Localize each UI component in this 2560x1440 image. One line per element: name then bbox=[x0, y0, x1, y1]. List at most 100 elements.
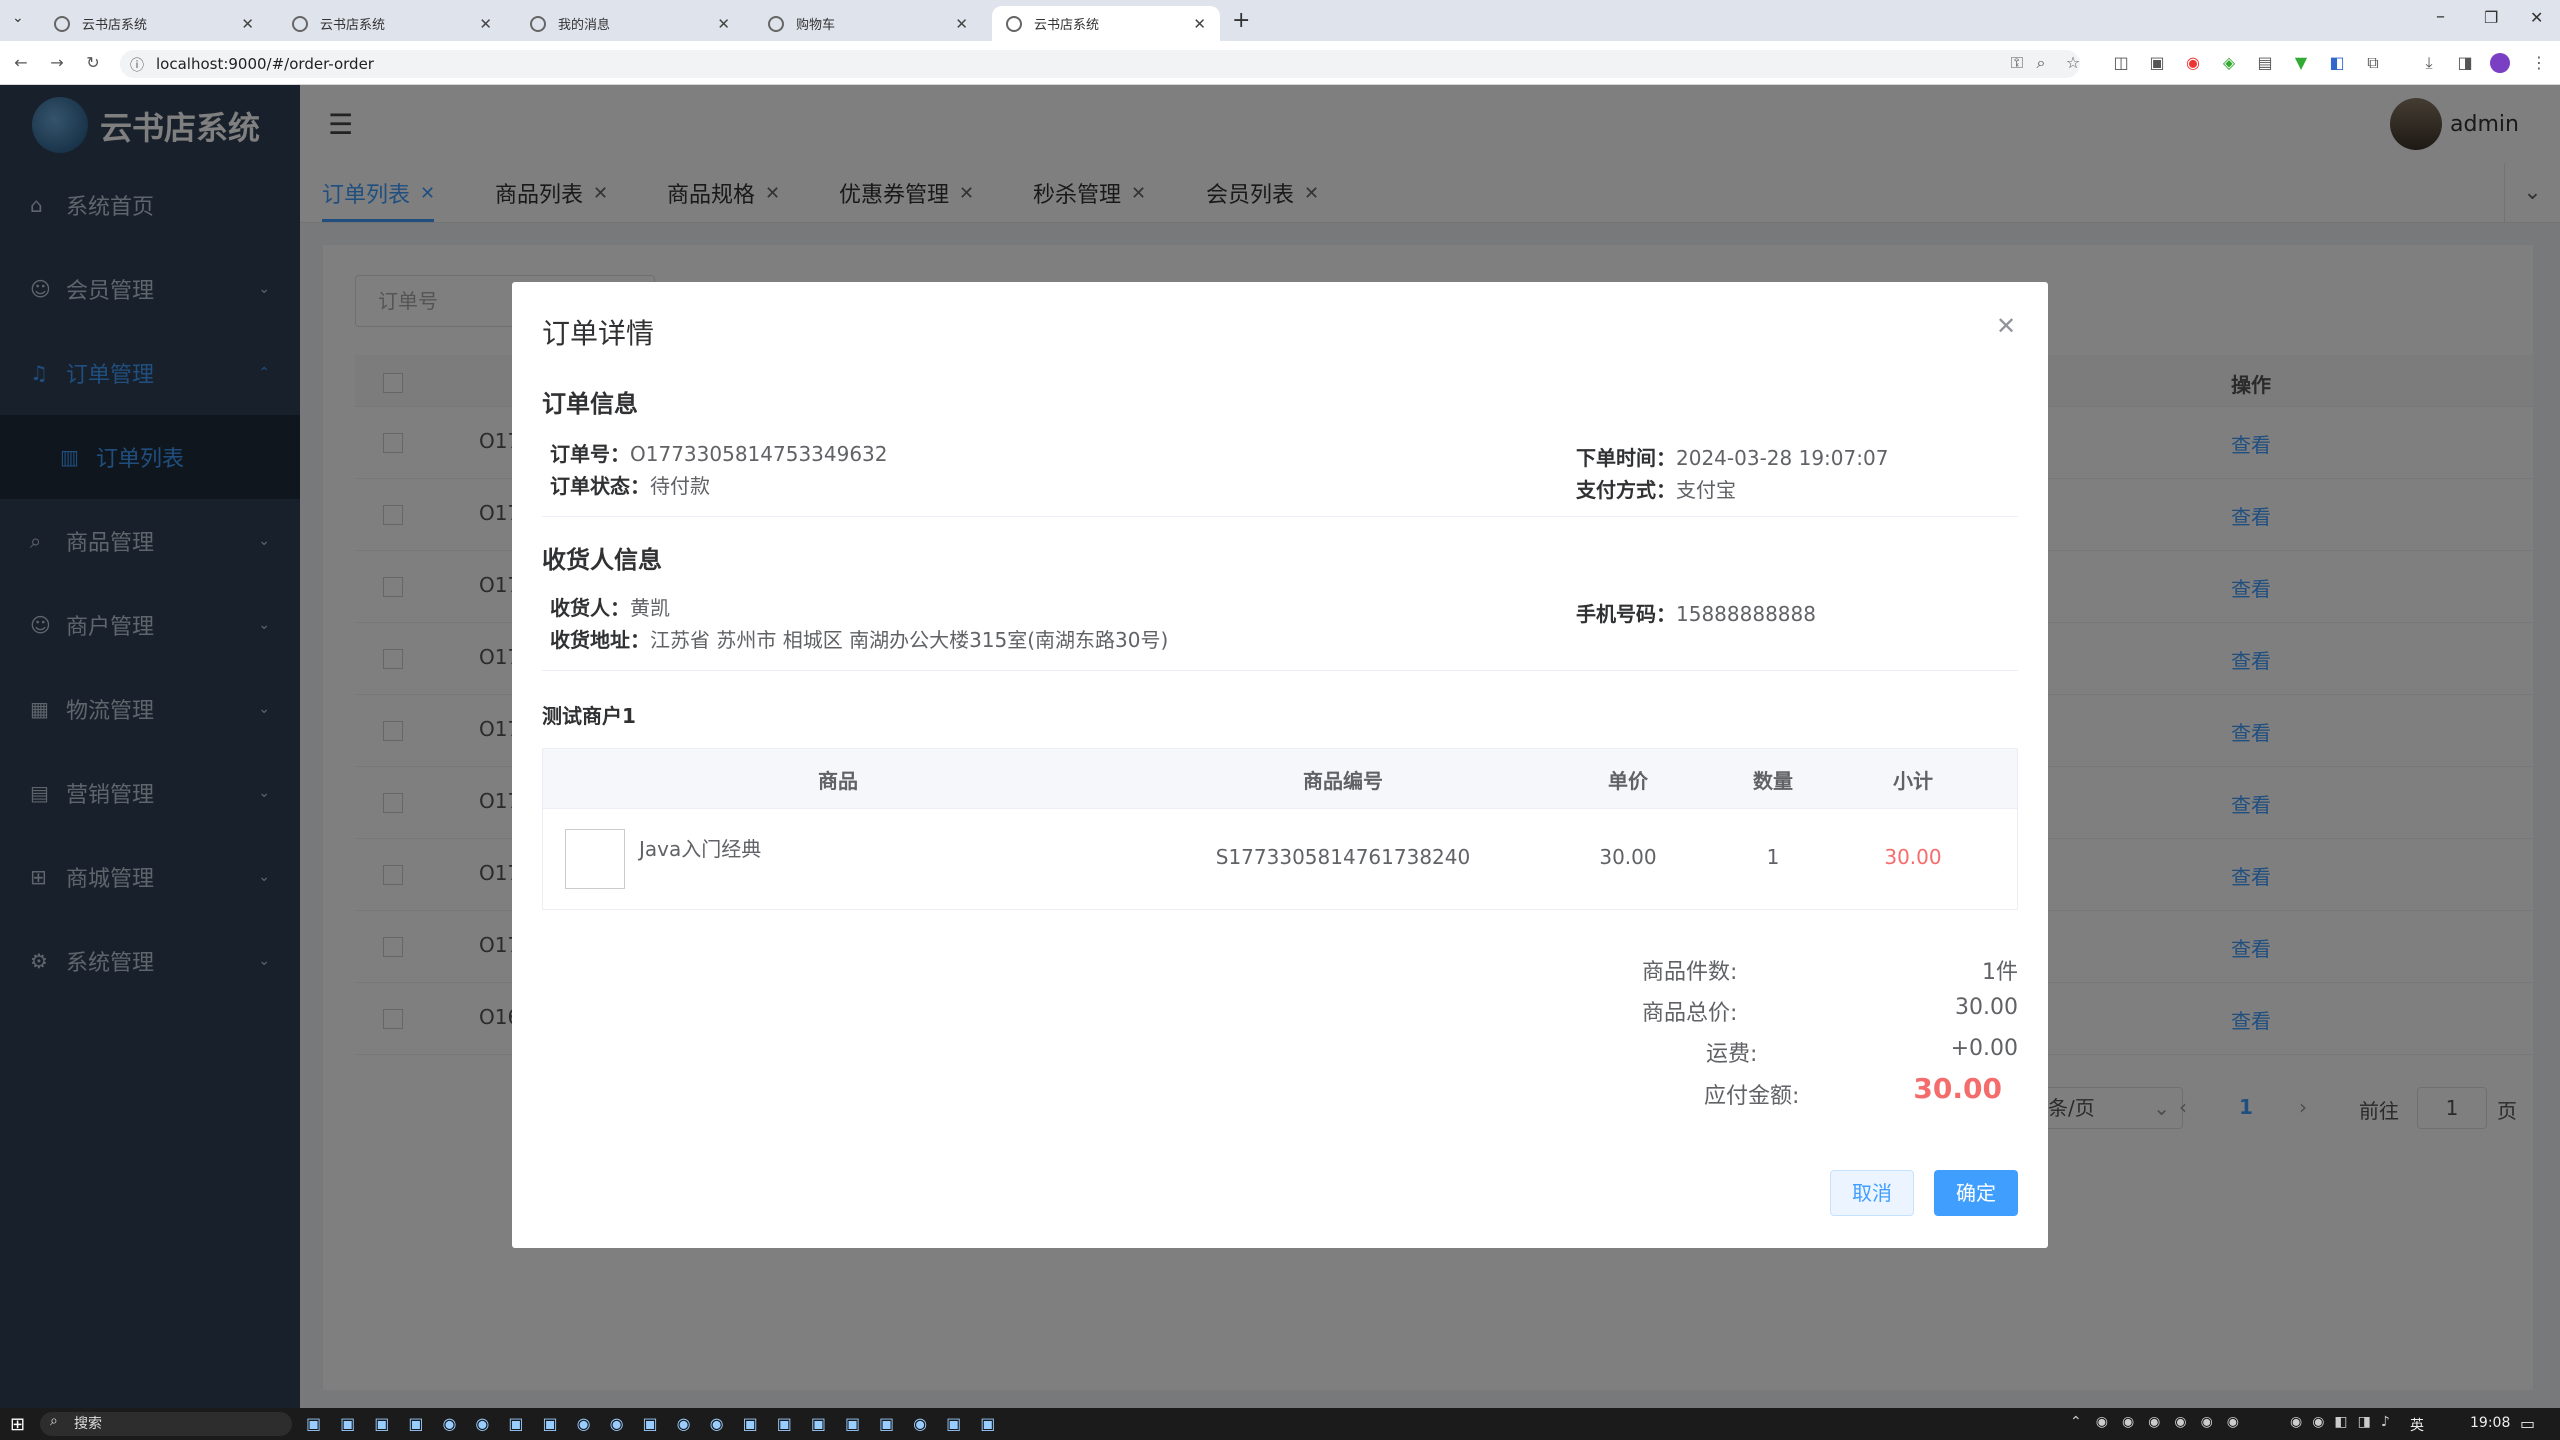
url-input[interactable]: localhost:9000/#/order-order bbox=[120, 50, 2080, 78]
back-icon[interactable]: ← bbox=[10, 52, 32, 74]
screenshot-icon[interactable]: ◫ bbox=[2110, 52, 2132, 74]
summary-value: 30.00 bbox=[1955, 995, 2018, 1020]
close-icon[interactable]: ✕ bbox=[717, 15, 730, 33]
tab-search-icon[interactable]: ⌄ bbox=[12, 10, 24, 26]
pay-method-value: 支付宝 bbox=[1676, 478, 1736, 502]
taskbar-app-icons[interactable]: ▣▣▣▣◉◉▣▣◉◉▣◉◉▣▣▣▣▣◉▣▣ bbox=[306, 1414, 1014, 1433]
address-value: 江苏省 苏州市 相城区 南湖办公大楼315室(南湖东路30号) bbox=[650, 628, 1169, 652]
tab-title: 云书店系统 bbox=[82, 18, 148, 33]
order-no-label: 订单号： bbox=[550, 442, 630, 466]
vue-devtools-icon[interactable]: ▼ bbox=[2290, 52, 2312, 74]
section-title-order: 订单信息 bbox=[542, 390, 638, 418]
order-time-label: 下单时间： bbox=[1576, 446, 1676, 470]
payable-row: 应付金额: 30.00 bbox=[1704, 1072, 2048, 1110]
dialog-title: 订单详情 bbox=[542, 317, 655, 350]
os-taskbar: ⊞ 搜索 ⌕ ▣▣▣▣◉◉▣▣◉◉▣◉◉▣▣▣▣▣◉▣▣ ⌃◉◉◉◉◉◉ ◉◉◧… bbox=[0, 1408, 2560, 1440]
clock[interactable]: 19:08 bbox=[2470, 1415, 2510, 1431]
merchant-name: 测试商户1 bbox=[542, 704, 636, 728]
summary-label: 运费: bbox=[1706, 1042, 1758, 1067]
order-time-value: 2024-03-28 19:07:07 bbox=[1676, 446, 1889, 470]
tab-title: 云书店系统 bbox=[320, 18, 386, 33]
browser-tab[interactable]: 购物车 ✕ bbox=[754, 6, 982, 41]
extension-icon[interactable]: ▣ bbox=[2146, 52, 2168, 74]
status-value: 待付款 bbox=[650, 474, 710, 498]
browser-tab-active[interactable]: 云书店系统 ✕ bbox=[992, 6, 1220, 41]
summary-row: 商品件数: 1件 bbox=[1642, 954, 2018, 986]
globe-icon bbox=[54, 15, 70, 32]
payable-value: 30.00 bbox=[1913, 1072, 2002, 1105]
new-tab-icon[interactable]: + bbox=[1232, 8, 1250, 33]
tab-title: 云书店系统 bbox=[1034, 18, 1100, 33]
product-price: 30.00 bbox=[1599, 845, 1657, 869]
summary-label: 商品件数: bbox=[1642, 960, 1738, 985]
cancel-button[interactable]: 取消 bbox=[1830, 1170, 1914, 1216]
search-icon: ⌕ bbox=[50, 1413, 58, 1429]
close-icon[interactable]: ✕ bbox=[1996, 312, 2016, 340]
globe-icon bbox=[768, 15, 784, 32]
phone-label: 手机号码： bbox=[1576, 602, 1676, 626]
browser-tab[interactable]: 云书店系统 ✕ bbox=[278, 6, 506, 41]
summary-value: +0.00 bbox=[1950, 1036, 2018, 1061]
summary-label: 商品总价: bbox=[1642, 1001, 1738, 1026]
site-info-icon[interactable]: ⓘ bbox=[130, 55, 144, 75]
zoom-icon[interactable]: ⌕ bbox=[2030, 52, 2052, 74]
payable-label: 应付金额: bbox=[1704, 1084, 1800, 1109]
key-icon[interactable]: ⚿ bbox=[2006, 52, 2028, 74]
divider bbox=[542, 516, 2018, 517]
summary-row: 商品总价: 30.00 bbox=[1642, 995, 2018, 1027]
product-name: Java入门经典 bbox=[639, 837, 762, 861]
bookmark-star-icon[interactable]: ☆ bbox=[2062, 52, 2084, 74]
system-tray-icons[interactable]: ⌃◉◉◉◉◉◉ bbox=[2070, 1414, 2253, 1430]
address-label: 收货地址： bbox=[550, 628, 650, 652]
table-row: Java入门经典 S1773305814761738240 30.00 1 30… bbox=[543, 809, 2017, 909]
divider bbox=[542, 670, 2018, 671]
close-icon[interactable]: ✕ bbox=[479, 15, 492, 33]
puzzle-icon[interactable]: ⧉ bbox=[2362, 52, 2384, 74]
minimize-icon[interactable]: – bbox=[2436, 6, 2445, 27]
notification-icon[interactable]: ▭ bbox=[2520, 1414, 2535, 1433]
tab-title: 我的消息 bbox=[558, 18, 611, 33]
status-label: 订单状态： bbox=[550, 474, 650, 498]
restore-icon[interactable]: ❐ bbox=[2484, 8, 2498, 27]
taskbar-search[interactable]: 搜索 bbox=[40, 1412, 292, 1436]
column-header-product: 商品 bbox=[818, 769, 858, 793]
column-header-price: 单价 bbox=[1608, 769, 1648, 793]
browser-menu-icon[interactable]: ⋮ bbox=[2528, 52, 2550, 74]
extension-icon[interactable]: ◈ bbox=[2218, 52, 2240, 74]
items-table-header: 商品 商品编号 单价 数量 小计 bbox=[543, 749, 2017, 809]
tray-status-icons[interactable]: ◉◉◧◨♪ bbox=[2290, 1414, 2400, 1430]
column-header-subtotal: 小计 bbox=[1893, 769, 1933, 793]
download-icon[interactable]: ⤓ bbox=[2418, 52, 2440, 74]
sidepanel-icon[interactable]: ◨ bbox=[2454, 52, 2476, 74]
reload-icon[interactable]: ↻ bbox=[82, 52, 104, 74]
receiver-label: 收货人： bbox=[550, 596, 630, 620]
globe-icon bbox=[1006, 15, 1022, 32]
order-no-value: O1773305814753349632 bbox=[630, 442, 888, 466]
close-icon[interactable]: ✕ bbox=[241, 15, 254, 33]
profile-avatar[interactable] bbox=[2490, 53, 2510, 73]
order-detail-dialog: 订单详情 ✕ 订单信息 订单号：O1773305814753349632 订单状… bbox=[512, 282, 2048, 1248]
product-thumbnail bbox=[565, 829, 625, 889]
window-close-icon[interactable]: ✕ bbox=[2530, 8, 2543, 27]
forward-icon[interactable]: → bbox=[46, 52, 68, 74]
product-qty: 1 bbox=[1766, 845, 1780, 869]
translate-icon[interactable]: ◧ bbox=[2326, 52, 2348, 74]
receiver-value: 黄凯 bbox=[630, 596, 670, 620]
close-icon[interactable]: ✕ bbox=[1193, 15, 1206, 33]
extension-icon[interactable]: ◉ bbox=[2182, 52, 2204, 74]
phone-value: 15888888888 bbox=[1676, 602, 1816, 626]
confirm-button[interactable]: 确定 bbox=[1934, 1170, 2018, 1216]
close-icon[interactable]: ✕ bbox=[955, 15, 968, 33]
browser-tab[interactable]: 我的消息 ✕ bbox=[516, 6, 744, 41]
input-language[interactable]: 英 bbox=[2410, 1415, 2424, 1435]
pay-method-label: 支付方式： bbox=[1576, 478, 1676, 502]
product-code: S1773305814761738240 bbox=[1215, 845, 1471, 869]
column-header-qty: 数量 bbox=[1753, 769, 1793, 793]
summary-row: 运费: +0.00 bbox=[1642, 1036, 2018, 1068]
windows-start-icon[interactable]: ⊞ bbox=[10, 1414, 25, 1435]
extension-icon[interactable]: ▤ bbox=[2254, 52, 2276, 74]
browser-tab-bar: 云书店系统 ✕ 云书店系统 ✕ 我的消息 ✕ 购物车 ✕ 云书店系统 ✕ + ⌄ – ❐ … bbox=[0, 0, 2560, 41]
section-title-receiver: 收货人信息 bbox=[542, 546, 662, 574]
browser-tab[interactable]: 云书店系统 ✕ bbox=[40, 6, 268, 41]
order-items-table: 商品 商品编号 单价 数量 小计 Java入门经典 S1773305814761… bbox=[542, 748, 2018, 910]
